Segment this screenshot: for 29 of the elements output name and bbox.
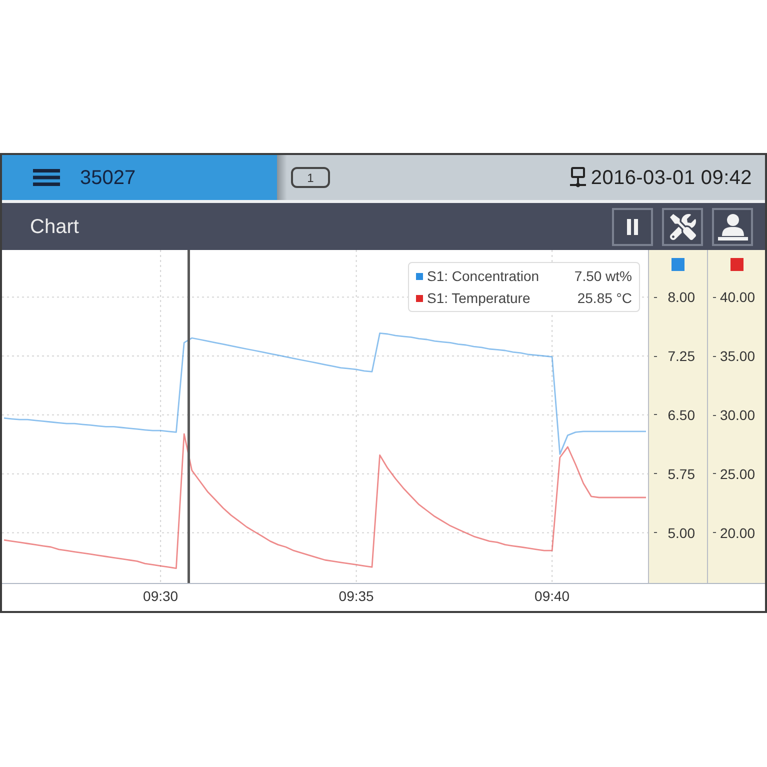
legend-value: 7.50 wt% <box>574 267 632 285</box>
menu-icon[interactable] <box>33 169 60 186</box>
tools-button[interactable] <box>662 208 703 246</box>
axis-tick-label: 7.25 <box>654 348 695 364</box>
axis-tick-label: 35.00 <box>713 348 755 364</box>
user-button[interactable] <box>712 208 753 246</box>
pause-icon <box>627 218 638 234</box>
axis-tick-label: 30.00 <box>713 407 755 424</box>
axis-tick-label: 25.00 <box>713 466 755 482</box>
x-axis-label: 09:40 <box>534 588 570 605</box>
device-id: 35027 <box>80 166 136 190</box>
axis-tick-label: 6.50 <box>654 406 695 423</box>
network-icon <box>568 166 587 188</box>
legend-label: S1: Concentration <box>427 267 540 285</box>
x-axis-label: 09:30 <box>143 588 178 605</box>
page-title: Chart <box>30 214 79 240</box>
legend-label: S1: Temperature <box>427 289 530 307</box>
axis-tick-label: 40.00 <box>713 289 755 306</box>
axis-tick-label: 5.75 <box>654 466 695 482</box>
wrench-screwdriver-icon <box>670 214 696 240</box>
x-axis-label: 09:35 <box>338 588 374 605</box>
axis-tick-label: 20.00 <box>713 524 755 541</box>
axis-tick-label: 8.00 <box>654 289 695 306</box>
legend-value: 25.85 °C <box>577 289 632 307</box>
user-icon <box>716 212 748 240</box>
page-badge: 1 <box>291 167 330 188</box>
pause-button[interactable] <box>612 208 653 246</box>
date-time: 2016-03-01 09:42 <box>590 166 752 190</box>
axis-tick-label: 5.00 <box>654 524 695 541</box>
